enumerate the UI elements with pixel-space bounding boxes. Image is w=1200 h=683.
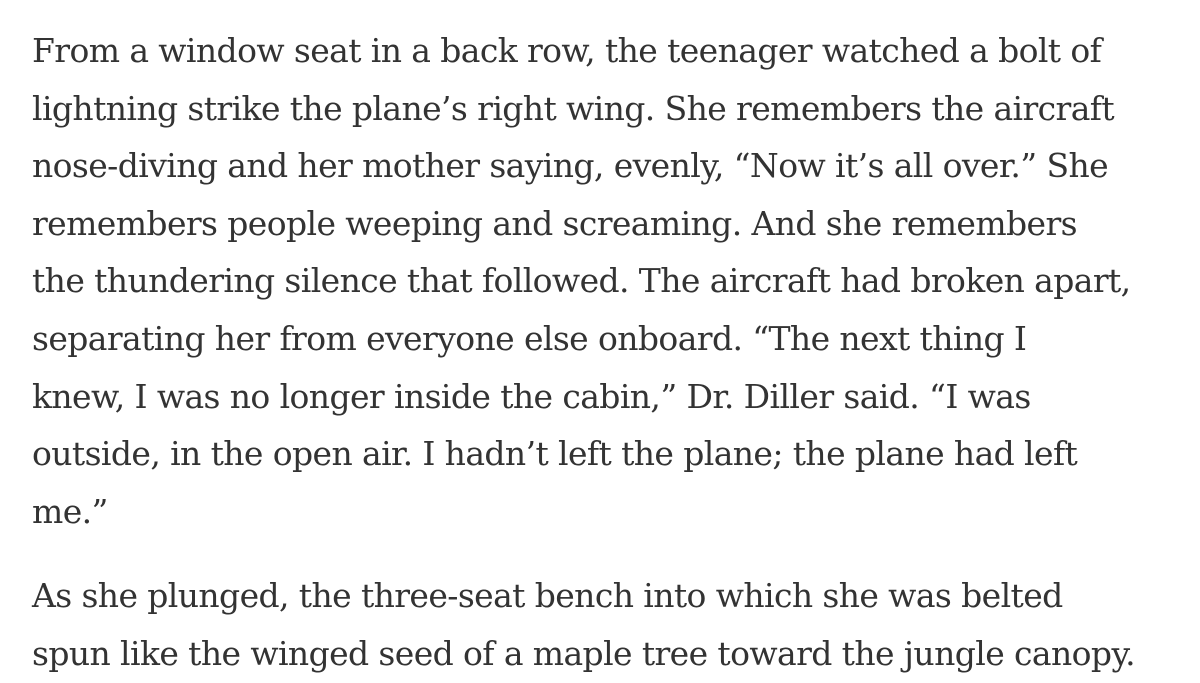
paragraph-line: me.”: [32, 491, 108, 531]
paragraph-line: spun like the winged seed of a maple tre…: [32, 633, 1136, 673]
paragraph-line: knew, I was no longer inside the cabin,”…: [32, 376, 1031, 416]
paragraph-line: lightning strike the plane’s right wing.…: [32, 88, 1115, 128]
article-body: From a window seat in a back row, the te…: [32, 22, 1172, 683]
paragraph-line: nose-diving and her mother saying, evenl…: [32, 146, 1109, 186]
paragraph-line: As she plunged, the three-seat bench int…: [32, 576, 1063, 616]
paragraph-line: separating her from everyone else onboar…: [32, 318, 1027, 358]
article-paragraph-1: From a window seat in a back row, the te…: [32, 22, 1172, 540]
paragraph-line: the thundering silence that followed. Th…: [32, 261, 1131, 301]
paragraph-line: remembers people weeping and screaming. …: [32, 203, 1078, 243]
article-paragraph-2: As she plunged, the three-seat bench int…: [32, 567, 1172, 682]
paragraph-line: From a window seat in a back row, the te…: [32, 31, 1102, 70]
paragraph-line: outside, in the open air. I hadn’t left …: [32, 434, 1078, 474]
